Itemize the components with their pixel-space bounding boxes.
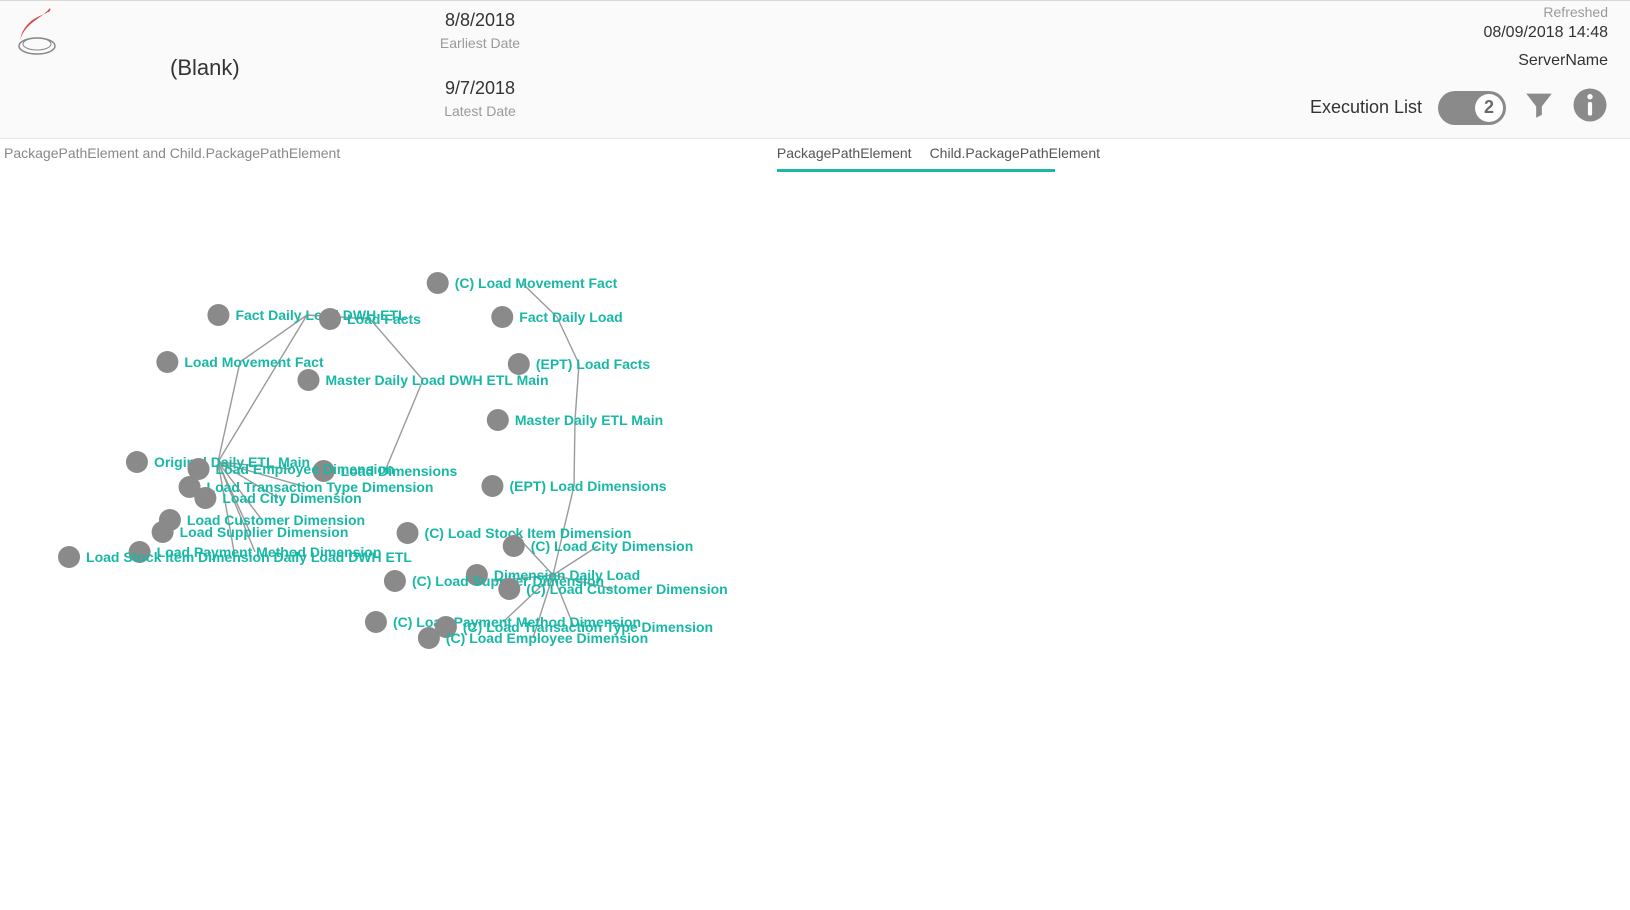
node-label: Master Daily ETL Main	[515, 412, 663, 428]
node-dot	[487, 409, 509, 431]
graph-node[interactable]: Load Stock Item Dimension Daily Load DWH…	[58, 546, 412, 568]
graph-node[interactable]: Load Facts	[319, 308, 421, 330]
node-label: (C) Load Customer Dimension	[526, 581, 727, 597]
latest-date-value: 9/7/2018	[380, 78, 580, 99]
graph-edge	[218, 315, 307, 462]
node-dot	[152, 521, 174, 543]
node-label: (EPT) Load Dimensions	[509, 478, 666, 494]
network-graph[interactable]: Original Daily ETL MainLoad Movement Fac…	[0, 172, 1630, 910]
graph-node[interactable]: Master Daily ETL Main	[487, 409, 663, 431]
latest-date-block: 9/7/2018 Latest Date	[380, 78, 580, 119]
node-label: Load Supplier Dimension	[180, 524, 349, 540]
earliest-date-label: Earliest Date	[380, 35, 580, 51]
node-label: Load Stock Item Dimension Daily Load DWH…	[86, 549, 412, 565]
graph-node[interactable]: (C) Load Employee Dimension	[418, 627, 648, 649]
node-label: (C) Load City Dimension	[531, 538, 694, 554]
node-label: Load Employee Dimension	[216, 461, 395, 477]
graph-node[interactable]: (C) Load Movement Fact	[427, 272, 618, 294]
tab-child-packagepathelement[interactable]: Child.PackagePathElement	[930, 145, 1100, 161]
execution-list-label: Execution List	[1310, 97, 1422, 118]
node-dot	[491, 306, 513, 328]
info-icon[interactable]	[1572, 87, 1608, 128]
node-label: Load Facts	[347, 311, 421, 327]
node-label: (C) Load Employee Dimension	[446, 630, 648, 646]
graph-node[interactable]: (C) Load Customer Dimension	[498, 578, 727, 600]
legend-tabs: PackagePathElement Child.PackagePathElem…	[777, 145, 1100, 172]
header: (Blank) 8/8/2018 Earliest Date 9/7/2018 …	[0, 0, 1630, 139]
visual-title: PackagePathElement and Child.PackagePath…	[4, 145, 340, 161]
node-dot	[418, 627, 440, 649]
node-dot	[58, 546, 80, 568]
node-dot	[298, 369, 320, 391]
sql-server-logo	[10, 6, 64, 65]
node-dot	[194, 487, 216, 509]
node-dot	[508, 353, 530, 375]
node-dot	[397, 522, 419, 544]
node-label: Load City Dimension	[222, 490, 361, 506]
page-title: (Blank)	[170, 55, 240, 81]
tab-packagepathelement[interactable]: PackagePathElement	[777, 145, 912, 161]
node-dot	[384, 570, 406, 592]
node-dot	[427, 272, 449, 294]
node-label: Fact Daily Load	[519, 309, 622, 325]
node-dot	[498, 578, 520, 600]
node-dot	[156, 351, 178, 373]
graph-node[interactable]: (C) Load City Dimension	[503, 535, 694, 557]
subheader: PackagePathElement and Child.PackagePath…	[0, 139, 1630, 172]
node-dot	[207, 304, 229, 326]
refreshed-timestamp: 08/09/2018 14:48	[1483, 24, 1608, 42]
graph-node[interactable]: Fact Daily Load	[491, 306, 622, 328]
node-dot	[481, 475, 503, 497]
graph-node[interactable]: (EPT) Load Facts	[508, 353, 650, 375]
node-label: (C) Load Movement Fact	[455, 275, 618, 291]
node-label: (EPT) Load Facts	[536, 356, 650, 372]
graph-node[interactable]: Load Supplier Dimension	[152, 521, 349, 543]
filter-icon[interactable]	[1522, 88, 1556, 127]
node-label: Load Movement Fact	[184, 354, 323, 370]
server-name: ServerName	[1483, 52, 1608, 70]
node-dot	[319, 308, 341, 330]
latest-date-label: Latest Date	[380, 103, 580, 119]
node-dot	[365, 611, 387, 633]
node-dot	[503, 535, 525, 557]
earliest-date-value: 8/8/2018	[380, 10, 580, 31]
execution-list-toggle[interactable]: 2	[1438, 91, 1506, 125]
header-toolbar: Execution List 2	[1310, 87, 1608, 128]
graph-node[interactable]: (EPT) Load Dimensions	[481, 475, 666, 497]
header-topline	[0, 0, 1630, 1]
node-dot	[126, 451, 148, 473]
graph-edge	[218, 362, 240, 462]
graph-node[interactable]: Load City Dimension	[194, 487, 361, 509]
refresh-info: Refreshed 08/09/2018 14:48 ServerName	[1483, 4, 1608, 70]
refreshed-label: Refreshed	[1483, 4, 1608, 20]
toggle-knob: 2	[1475, 94, 1503, 122]
earliest-date-block: 8/8/2018 Earliest Date	[380, 10, 580, 51]
